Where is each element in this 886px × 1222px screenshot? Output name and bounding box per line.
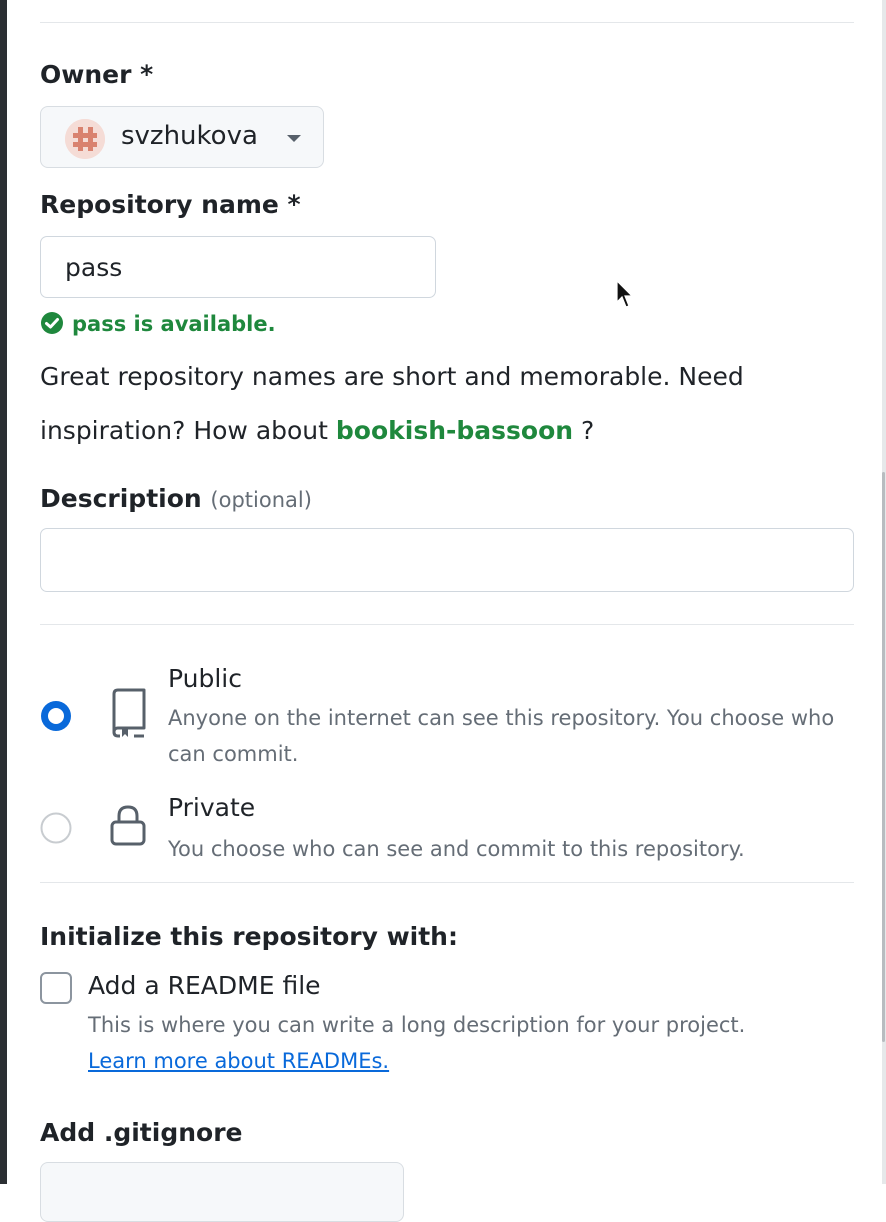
availability-text: pass is available. <box>72 312 276 336</box>
gitignore-template-select[interactable] <box>40 1162 404 1222</box>
name-hint-line2: inspiration? How about bookish-bassoon ? <box>40 416 594 445</box>
owner-label: Owner * <box>40 60 154 89</box>
divider <box>40 22 854 23</box>
optional-text: (optional) <box>210 488 312 512</box>
suggested-name-link[interactable]: bookish-bassoon <box>336 416 573 445</box>
caret-down-icon <box>287 135 301 142</box>
readme-checkbox[interactable] <box>40 972 72 1004</box>
repo-icon <box>112 688 146 738</box>
description-label-text: Description <box>40 484 202 513</box>
hint-suffix: ? <box>581 416 595 445</box>
repository-name-label: Repository name * <box>40 190 301 219</box>
initialize-label: Initialize this repository with: <box>40 922 458 951</box>
owner-name: svzhukova <box>121 121 258 151</box>
divider <box>40 624 854 625</box>
name-hint-line1: Great repository names are short and mem… <box>40 362 744 391</box>
owner-select-button[interactable]: svzhukova <box>40 106 324 168</box>
check-circle-icon <box>41 312 63 334</box>
description-input[interactable] <box>40 528 854 592</box>
public-description: Anyone on the internet can see this repo… <box>168 706 835 766</box>
private-description: You choose who can see and commit to thi… <box>168 837 745 861</box>
readme-description: This is where you can write a long descr… <box>88 1013 746 1037</box>
availability-message: pass is available. <box>40 311 276 336</box>
window-edge <box>0 0 7 1184</box>
radio-private[interactable] <box>40 812 72 844</box>
scrollbar-thumb[interactable] <box>882 472 885 1042</box>
lock-icon <box>110 805 146 846</box>
divider <box>40 882 854 883</box>
repository-name-input[interactable] <box>40 236 436 298</box>
gitignore-label: Add .gitignore <box>40 1118 243 1147</box>
mouse-pointer-icon <box>616 280 634 308</box>
radio-public[interactable] <box>40 700 72 732</box>
public-title: Public <box>168 664 242 693</box>
readme-label[interactable]: Add a README file <box>88 971 321 1000</box>
avatar <box>65 119 105 159</box>
hint-text: inspiration? How about <box>40 416 328 445</box>
description-label: Description (optional) <box>40 484 312 513</box>
learn-more-readmes-link[interactable]: Learn more about READMEs. <box>88 1049 389 1073</box>
private-title: Private <box>168 793 256 822</box>
